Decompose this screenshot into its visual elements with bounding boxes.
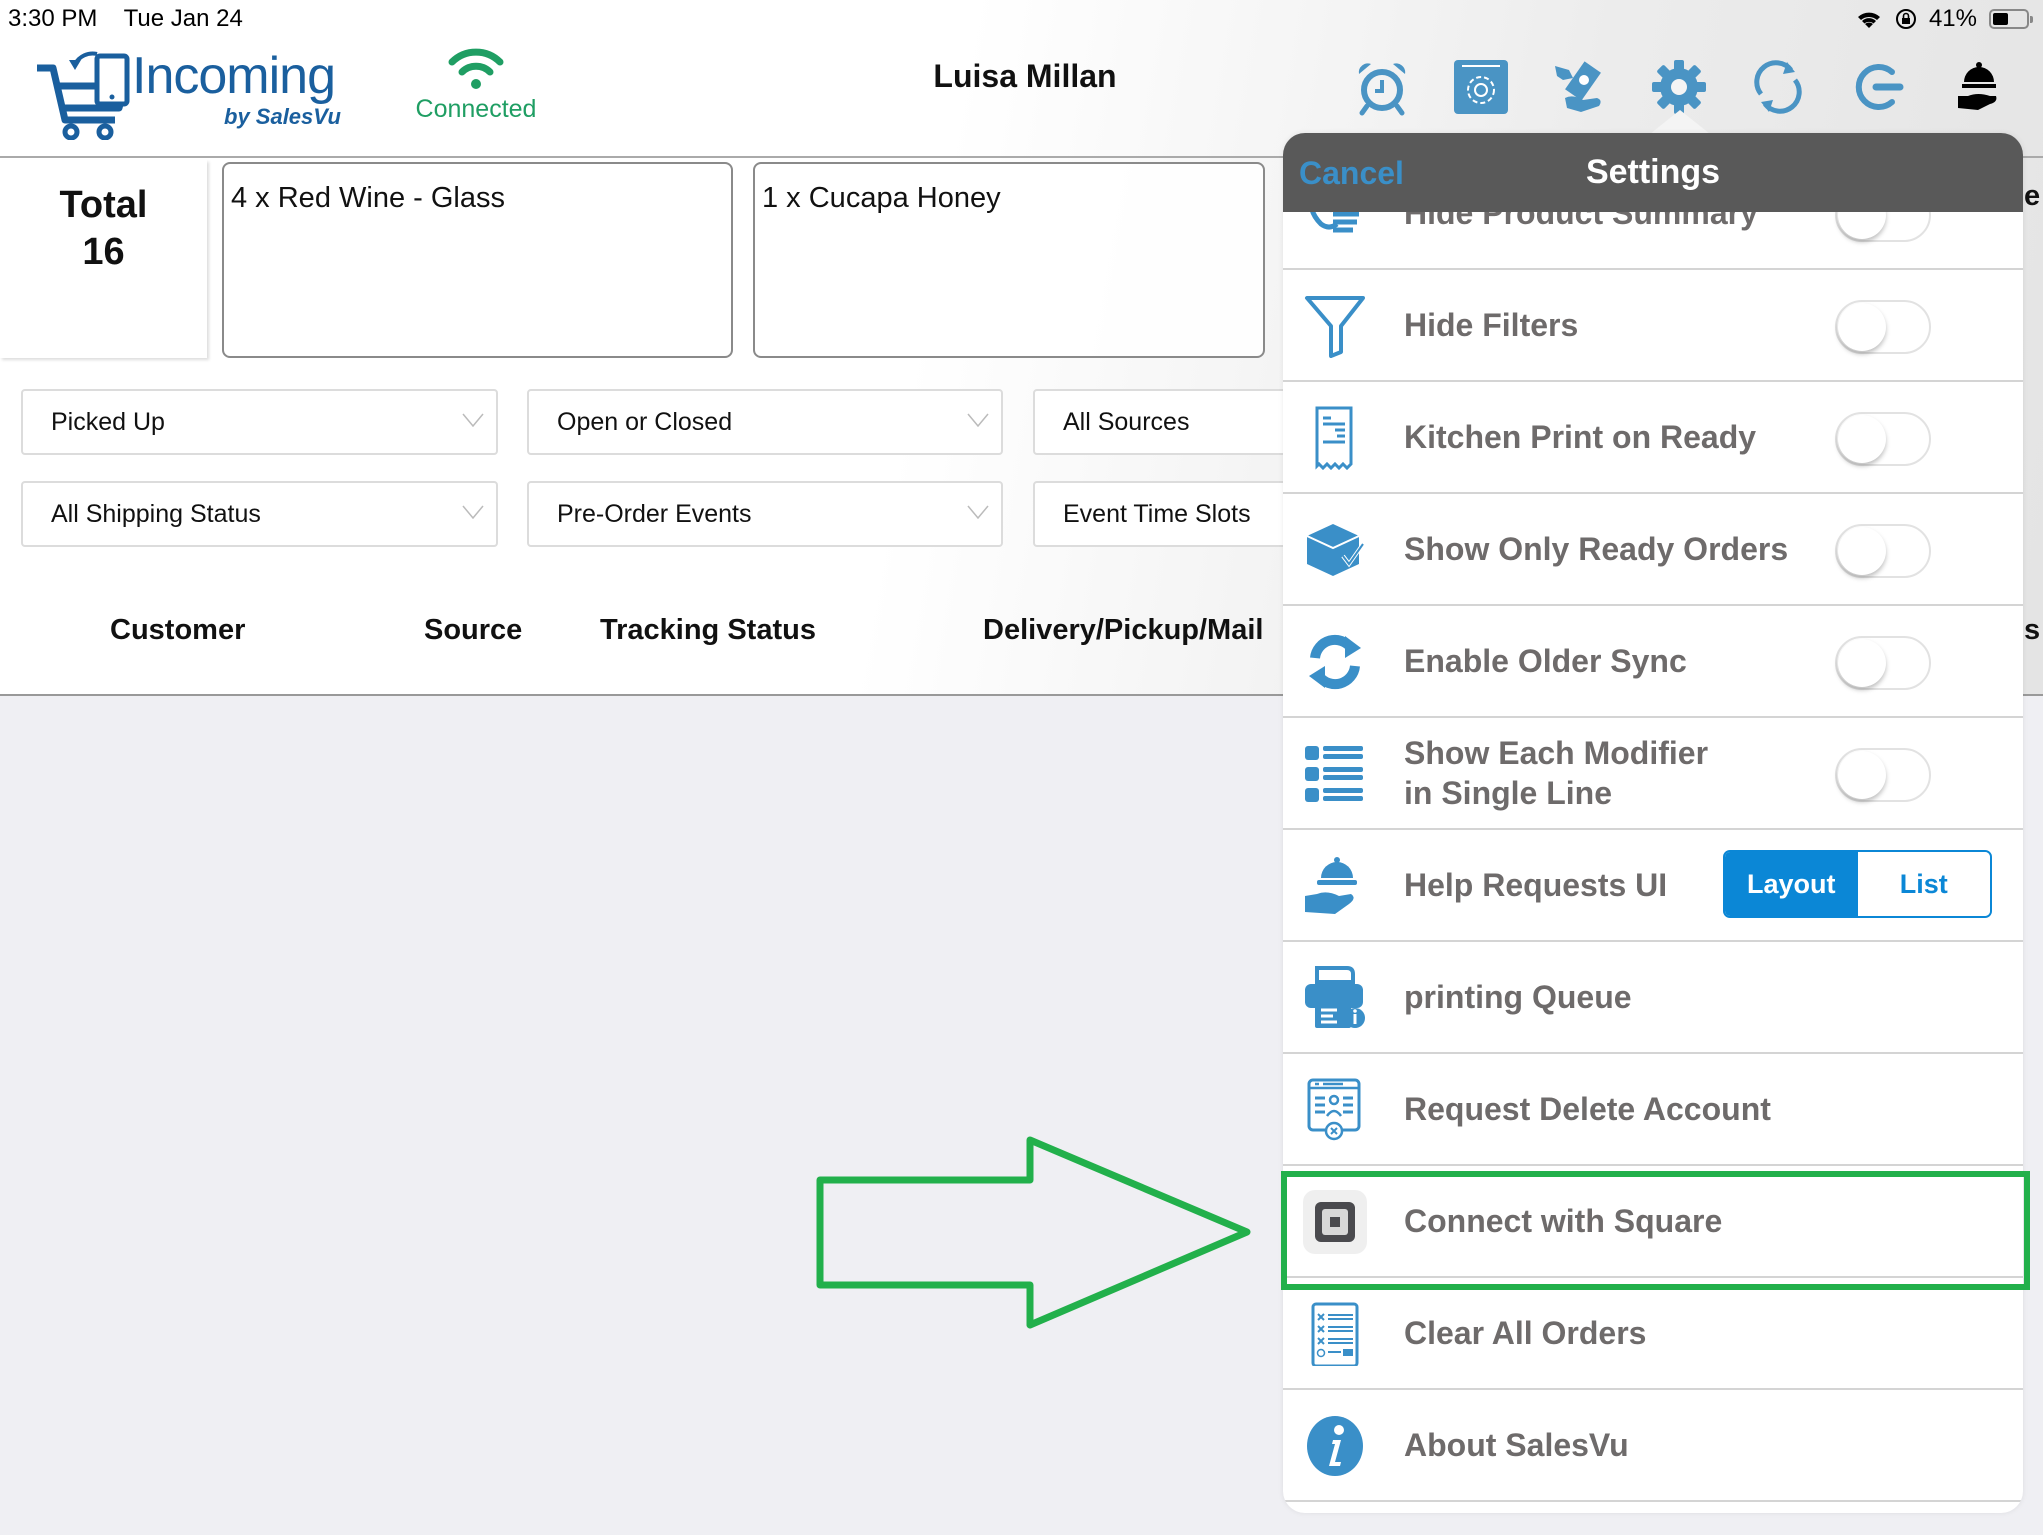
rotation-lock-icon	[1895, 9, 1916, 29]
segment-layout[interactable]: Layout	[1725, 852, 1858, 916]
product-summary-card[interactable]: 4 x Red Wine - Glass	[222, 162, 733, 358]
column-header-source[interactable]: Source	[424, 614, 522, 647]
setting-label: Help Requests UI	[1404, 867, 1668, 903]
help-request-bell-icon[interactable]	[1950, 58, 2008, 116]
setting-label: Hide Filters	[1404, 307, 1579, 343]
setting-kitchen-print-on-ready[interactable]: Kitchen Print on Ready	[1283, 382, 2023, 494]
delete-account-icon	[1307, 1078, 1361, 1141]
hidden-header-fragment: e	[2024, 180, 2041, 212]
shipping-status-filter-value: All Shipping Status	[51, 499, 261, 528]
setting-label: Enable Older Sync	[1404, 643, 1687, 679]
column-header-delivery[interactable]: Delivery/Pickup/Mail	[983, 614, 1263, 647]
alarm-clock-icon[interactable]	[1353, 58, 1411, 116]
clear-list-icon	[1311, 1302, 1359, 1366]
cash-payment-icon[interactable]	[1551, 58, 1609, 116]
settings-popover: Cancel Settings Hide Product Summary Hid…	[1283, 133, 2023, 1513]
event-time-slots-filter-value: Event Time Slots	[1063, 499, 1251, 528]
setting-enable-older-sync[interactable]: Enable Older Sync	[1283, 606, 2023, 718]
receipt-icon	[1315, 406, 1353, 470]
chevron-down-icon	[462, 413, 484, 427]
setting-show-only-ready-orders[interactable]: Show Only Ready Orders	[1283, 494, 2023, 606]
info-icon	[1307, 1416, 1363, 1476]
column-header-customer[interactable]: Customer	[110, 614, 245, 647]
chevron-down-icon	[462, 505, 484, 519]
battery-icon	[1989, 9, 2033, 29]
enable-older-sync-toggle[interactable]	[1835, 636, 1931, 690]
setting-label: Show Each Modifier in Single Line	[1404, 735, 1709, 811]
setting-printing-queue[interactable]: printing Queue	[1283, 942, 2023, 1054]
setting-show-each-modifier-single-line[interactable]: Show Each Modifier in Single Line	[1283, 718, 2023, 830]
app-title: Incoming	[132, 47, 336, 105]
popover-caret	[1650, 110, 1710, 134]
source-filter-value: All Sources	[1063, 407, 1190, 436]
hidden-column-fragment: s	[2024, 614, 2041, 646]
column-header-tracking-status[interactable]: Tracking Status	[600, 614, 816, 647]
total-value: 16	[82, 231, 125, 273]
status-filter-dropdown[interactable]: Picked Up	[21, 389, 498, 455]
box-check-icon	[1306, 524, 1365, 576]
setting-request-delete-account[interactable]: Request Delete Account	[1283, 1054, 2023, 1166]
settings-popover-header: Cancel Settings	[1283, 133, 2023, 212]
setting-about-salesvu[interactable]: About SalesVu	[1283, 1390, 2023, 1502]
status-date: Tue Jan 24	[123, 5, 243, 32]
shipping-status-filter-dropdown[interactable]: All Shipping Status	[21, 481, 498, 547]
setting-label: Request Delete Account	[1404, 1091, 1771, 1127]
product-summary-card[interactable]: 1 x Cucapa Honey	[753, 162, 1265, 358]
battery-percent: 41%	[1928, 5, 1977, 32]
setting-label: Show Only Ready Orders	[1404, 531, 1789, 567]
annotation-arrow-icon	[816, 1136, 1251, 1329]
open-closed-filter-dropdown[interactable]: Open or Closed	[527, 389, 1003, 455]
user-name: Luisa Millan	[933, 58, 1117, 94]
status-bar-indicators: 41%	[1855, 5, 2033, 33]
settings-list[interactable]: Hide Product Summary Hide Filters Kitche…	[1283, 158, 2023, 1502]
settings-title: Settings	[1585, 153, 1721, 191]
setting-help-requests-ui[interactable]: Help Requests UI Layout List	[1283, 830, 2023, 942]
logout-icon[interactable]	[1848, 58, 1906, 116]
wifi-connected-icon	[448, 48, 504, 89]
sync-icon	[1309, 634, 1361, 690]
show-only-ready-orders-toggle[interactable]	[1835, 524, 1931, 578]
sync-icon[interactable]	[1749, 58, 1807, 116]
settings-box-icon[interactable]	[1452, 58, 1510, 116]
help-requests-ui-segmented-control[interactable]: Layout List	[1723, 850, 1992, 918]
segment-list[interactable]: List	[1857, 852, 1990, 916]
setting-label: printing Queue	[1404, 979, 1632, 1015]
hide-filters-toggle[interactable]	[1835, 300, 1931, 354]
total-label: Total	[59, 184, 148, 226]
list-icon	[1305, 746, 1363, 802]
filter-icon	[1305, 296, 1365, 358]
pre-order-events-filter-value: Pre-Order Events	[557, 499, 752, 528]
kitchen-print-on-ready-toggle[interactable]	[1835, 412, 1931, 466]
open-closed-filter-value: Open or Closed	[557, 407, 733, 436]
help-request-bell-icon	[1305, 857, 1357, 914]
setting-label: Clear All Orders	[1404, 1315, 1647, 1351]
setting-label: Kitchen Print on Ready	[1404, 419, 1757, 455]
show-each-modifier-toggle[interactable]	[1835, 748, 1931, 802]
setting-label: About SalesVu	[1404, 1427, 1629, 1463]
status-time: 3:30 PM	[8, 5, 98, 32]
connection-status: Connected	[415, 48, 537, 124]
pre-order-events-filter-dropdown[interactable]: Pre-Order Events	[527, 481, 1003, 547]
connection-status-label: Connected	[415, 95, 537, 123]
setting-hide-filters[interactable]: Hide Filters	[1283, 270, 2023, 382]
wifi-icon	[1857, 12, 1880, 28]
chevron-down-icon	[967, 413, 989, 427]
status-filter-value: Picked Up	[51, 407, 165, 436]
app-subtitle: by SalesVu	[224, 104, 341, 129]
chevron-down-icon	[967, 505, 989, 519]
printer-info-icon	[1305, 966, 1365, 1028]
setting-clear-all-orders[interactable]: Clear All Orders	[1283, 1278, 2023, 1390]
total-summary: Total 16	[0, 160, 207, 358]
status-bar-datetime: 3:30 PM Tue Jan 24	[8, 5, 243, 33]
annotation-highlight-box	[1281, 1171, 2030, 1290]
gear-icon[interactable]	[1650, 58, 1708, 116]
